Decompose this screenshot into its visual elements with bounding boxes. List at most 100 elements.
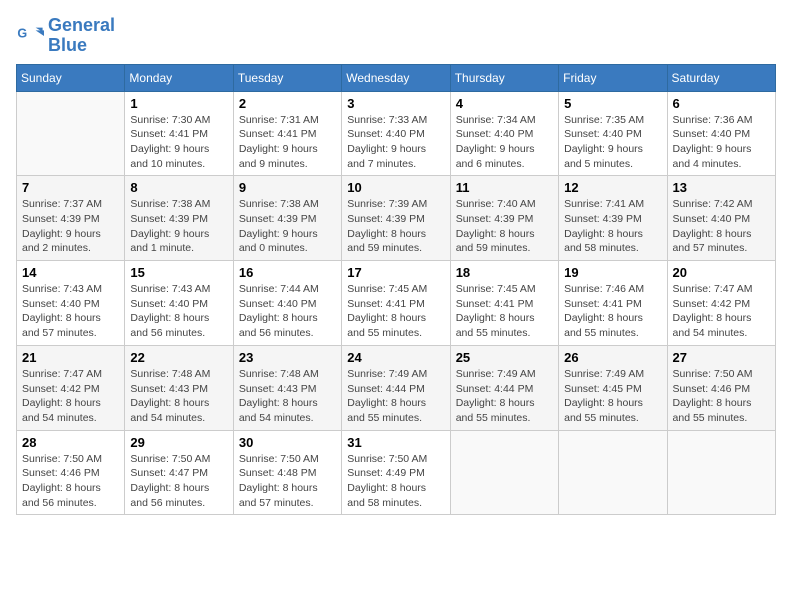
day-info: Sunrise: 7:44 AM Sunset: 4:40 PM Dayligh… [239, 282, 337, 341]
weekday-header-sunday: Sunday [17, 64, 125, 91]
calendar-cell [667, 430, 775, 515]
calendar-cell: 7 Sunrise: 7:37 AM Sunset: 4:39 PM Daylig… [17, 176, 125, 261]
calendar-cell: 26Sunrise: 7:49 AM Sunset: 4:45 PM Dayli… [559, 345, 667, 430]
day-info: Sunrise: 7:47 AM Sunset: 4:42 PM Dayligh… [22, 367, 120, 426]
calendar-cell: 19 Sunrise: 7:46 AM Sunset: 4:41 PM Dayli… [559, 261, 667, 346]
day-number: 20 [673, 265, 771, 280]
day-number: 30 [239, 435, 337, 450]
day-number: 18 [456, 265, 554, 280]
weekday-header-friday: Friday [559, 64, 667, 91]
calendar-cell: 2 Sunrise: 7:31 AM Sunset: 4:41 PM Daylig… [233, 91, 341, 176]
day-info: Sunrise: 7:48 AM Sunset: 4:43 PM Dayligh… [130, 367, 228, 426]
day-number: 19 [564, 265, 662, 280]
day-info: Sunrise: 7:31 AM Sunset: 4:41 PM Dayligh… [239, 113, 337, 172]
day-info: Sunrise: 7:43 AM Sunset: 4:40 PM Dayligh… [22, 282, 120, 341]
weekday-header-thursday: Thursday [450, 64, 558, 91]
calendar-cell: 12 Sunrise: 7:41 AM Sunset: 4:39 PM Dayli… [559, 176, 667, 261]
day-number: 11 [456, 180, 554, 195]
day-info: Sunrise: 7:50 AM Sunset: 4:49 PM Dayligh… [347, 452, 445, 511]
calendar-cell: 9Sunrise: 7:38 AM Sunset: 4:39 PM Daylig… [233, 176, 341, 261]
day-number: 1 [130, 96, 228, 111]
day-info: Sunrise: 7:36 AM Sunset: 4:40 PM Dayligh… [673, 113, 771, 172]
calendar-cell: 5 Sunrise: 7:35 AM Sunset: 4:40 PM Daylig… [559, 91, 667, 176]
calendar-cell [450, 430, 558, 515]
day-info: Sunrise: 7:35 AM Sunset: 4:40 PM Dayligh… [564, 113, 662, 172]
calendar-cell: 31 Sunrise: 7:50 AM Sunset: 4:49 PM Dayli… [342, 430, 450, 515]
day-number: 22 [130, 350, 228, 365]
day-info: Sunrise: 7:49 AM Sunset: 4:44 PM Dayligh… [456, 367, 554, 426]
calendar-cell: 30 Sunrise: 7:50 AM Sunset: 4:48 PM Dayli… [233, 430, 341, 515]
day-info: Sunrise: 7:48 AM Sunset: 4:43 PM Dayligh… [239, 367, 337, 426]
day-number: 9 [239, 180, 337, 195]
day-number: 21 [22, 350, 120, 365]
day-info: Sunrise: 7:50 AM Sunset: 4:46 PM Dayligh… [673, 367, 771, 426]
weekday-header-tuesday: Tuesday [233, 64, 341, 91]
day-number: 5 [564, 96, 662, 111]
day-info: Sunrise: 7:50 AM Sunset: 4:47 PM Dayligh… [130, 452, 228, 511]
day-info: Sunrise: 7:42 AM Sunset: 4:40 PM Dayligh… [673, 197, 771, 256]
calendar-cell: 8 Sunrise: 7:38 AM Sunset: 4:39 PM Daylig… [125, 176, 233, 261]
day-info: Sunrise: 7:46 AM Sunset: 4:41 PM Dayligh… [564, 282, 662, 341]
day-number: 12 [564, 180, 662, 195]
calendar-cell: 28 Sunrise: 7:50 AM Sunset: 4:46 PM Dayli… [17, 430, 125, 515]
calendar-header: SundayMondayTuesdayWednesdayThursdayFrid… [17, 64, 776, 91]
calendar-cell: 14Sunrise: 7:43 AM Sunset: 4:40 PM Dayli… [17, 261, 125, 346]
calendar-week-2: 7 Sunrise: 7:37 AM Sunset: 4:39 PM Daylig… [17, 176, 776, 261]
day-info: Sunrise: 7:47 AM Sunset: 4:42 PM Dayligh… [673, 282, 771, 341]
calendar-body: 1 Sunrise: 7:30 AM Sunset: 4:41 PM Daylig… [17, 91, 776, 515]
day-number: 2 [239, 96, 337, 111]
calendar-week-4: 21 Sunrise: 7:47 AM Sunset: 4:42 PM Dayli… [17, 345, 776, 430]
calendar-cell: 20 Sunrise: 7:47 AM Sunset: 4:42 PM Dayli… [667, 261, 775, 346]
day-number: 17 [347, 265, 445, 280]
day-number: 28 [22, 435, 120, 450]
calendar-cell: 24Sunrise: 7:49 AM Sunset: 4:44 PM Dayli… [342, 345, 450, 430]
day-info: Sunrise: 7:34 AM Sunset: 4:40 PM Dayligh… [456, 113, 554, 172]
day-info: Sunrise: 7:37 AM Sunset: 4:39 PM Dayligh… [22, 197, 120, 256]
day-number: 10 [347, 180, 445, 195]
day-info: Sunrise: 7:50 AM Sunset: 4:46 PM Dayligh… [22, 452, 120, 511]
day-number: 13 [673, 180, 771, 195]
day-number: 26 [564, 350, 662, 365]
calendar-cell: 4Sunrise: 7:34 AM Sunset: 4:40 PM Daylig… [450, 91, 558, 176]
calendar-week-5: 28 Sunrise: 7:50 AM Sunset: 4:46 PM Dayli… [17, 430, 776, 515]
calendar-cell: 22 Sunrise: 7:48 AM Sunset: 4:43 PM Dayli… [125, 345, 233, 430]
calendar-cell: 18 Sunrise: 7:45 AM Sunset: 4:41 PM Dayli… [450, 261, 558, 346]
calendar-cell: 29 Sunrise: 7:50 AM Sunset: 4:47 PM Dayli… [125, 430, 233, 515]
day-number: 7 [22, 180, 120, 195]
calendar-week-1: 1 Sunrise: 7:30 AM Sunset: 4:41 PM Daylig… [17, 91, 776, 176]
calendar-cell [559, 430, 667, 515]
day-number: 23 [239, 350, 337, 365]
calendar-cell: 10Sunrise: 7:39 AM Sunset: 4:39 PM Dayli… [342, 176, 450, 261]
day-info: Sunrise: 7:33 AM Sunset: 4:40 PM Dayligh… [347, 113, 445, 172]
day-info: Sunrise: 7:45 AM Sunset: 4:41 PM Dayligh… [456, 282, 554, 341]
calendar-cell: 27Sunrise: 7:50 AM Sunset: 4:46 PM Dayli… [667, 345, 775, 430]
day-info: Sunrise: 7:43 AM Sunset: 4:40 PM Dayligh… [130, 282, 228, 341]
svg-text:G: G [17, 26, 27, 40]
calendar-week-3: 14Sunrise: 7:43 AM Sunset: 4:40 PM Dayli… [17, 261, 776, 346]
calendar-cell: 17 Sunrise: 7:45 AM Sunset: 4:41 PM Dayli… [342, 261, 450, 346]
page-header: G General Blue [16, 16, 776, 56]
day-number: 8 [130, 180, 228, 195]
calendar-cell: 11Sunrise: 7:40 AM Sunset: 4:39 PM Dayli… [450, 176, 558, 261]
day-number: 15 [130, 265, 228, 280]
calendar-cell: 3Sunrise: 7:33 AM Sunset: 4:40 PM Daylig… [342, 91, 450, 176]
weekday-header-monday: Monday [125, 64, 233, 91]
calendar-cell: 16 Sunrise: 7:44 AM Sunset: 4:40 PM Dayli… [233, 261, 341, 346]
day-number: 25 [456, 350, 554, 365]
day-info: Sunrise: 7:50 AM Sunset: 4:48 PM Dayligh… [239, 452, 337, 511]
day-number: 16 [239, 265, 337, 280]
day-info: Sunrise: 7:30 AM Sunset: 4:41 PM Dayligh… [130, 113, 228, 172]
day-info: Sunrise: 7:45 AM Sunset: 4:41 PM Dayligh… [347, 282, 445, 341]
calendar-cell: 6 Sunrise: 7:36 AM Sunset: 4:40 PM Daylig… [667, 91, 775, 176]
day-number: 6 [673, 96, 771, 111]
day-info: Sunrise: 7:38 AM Sunset: 4:39 PM Dayligh… [130, 197, 228, 256]
calendar-cell: 13 Sunrise: 7:42 AM Sunset: 4:40 PM Dayli… [667, 176, 775, 261]
day-number: 29 [130, 435, 228, 450]
calendar-cell: 23 Sunrise: 7:48 AM Sunset: 4:43 PM Dayli… [233, 345, 341, 430]
day-info: Sunrise: 7:41 AM Sunset: 4:39 PM Dayligh… [564, 197, 662, 256]
calendar-cell: 25 Sunrise: 7:49 AM Sunset: 4:44 PM Dayli… [450, 345, 558, 430]
calendar-table: SundayMondayTuesdayWednesdayThursdayFrid… [16, 64, 776, 516]
logo-text-general: General [48, 16, 115, 36]
day-number: 31 [347, 435, 445, 450]
calendar-cell [17, 91, 125, 176]
